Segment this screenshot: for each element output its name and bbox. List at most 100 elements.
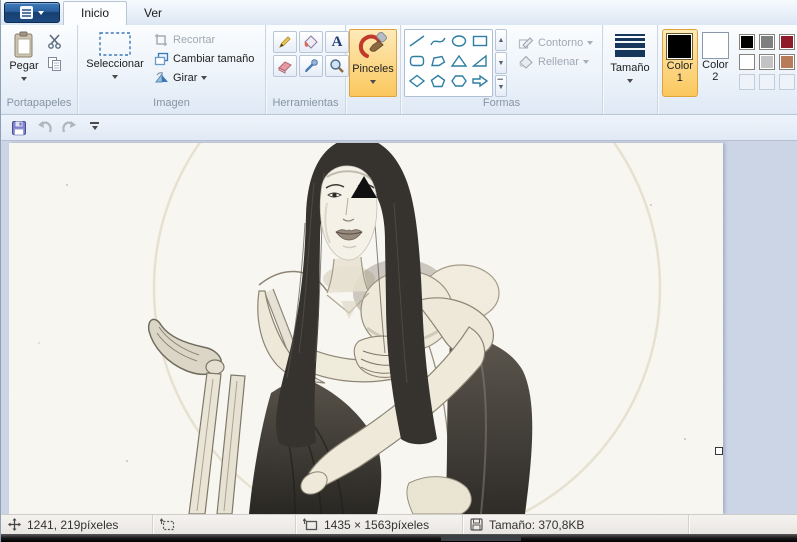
- shape-fill-button[interactable]: Rellenar: [515, 52, 596, 71]
- shape-right-triangle-icon[interactable]: [470, 52, 490, 70]
- redo-button[interactable]: [59, 118, 79, 138]
- color1-button[interactable]: Color 1: [662, 29, 698, 97]
- resize-button[interactable]: Cambiar tamaño: [151, 49, 257, 68]
- color2-button[interactable]: Color 2: [698, 29, 733, 97]
- status-bar: 1241, 219píxeles 1435 × 1563píxeles Tama…: [1, 514, 797, 534]
- chevron-down-icon: [627, 79, 633, 86]
- color1-number: 1: [676, 72, 683, 84]
- shape-rounded-rectangle-icon[interactable]: [407, 52, 427, 70]
- text-icon: A: [331, 33, 343, 50]
- palette-swatch[interactable]: [779, 54, 795, 70]
- line-size-icon: [615, 34, 645, 57]
- color1-swatch: [666, 33, 694, 60]
- fill-tool-button[interactable]: [299, 31, 323, 53]
- palette-swatch-empty[interactable]: [779, 74, 795, 90]
- pencil-icon: [279, 36, 291, 48]
- shape-polygon-icon[interactable]: [428, 52, 448, 70]
- paint-menu-icon: [20, 6, 33, 19]
- shape-rectangle-icon[interactable]: [470, 32, 490, 50]
- file-size-value: Tamaño: 370,8KB: [489, 517, 585, 532]
- work-area: [1, 141, 797, 514]
- crop-icon: [155, 33, 167, 46]
- chevron-down-icon: [112, 75, 118, 82]
- size-label: Tamaño: [610, 62, 650, 74]
- group-image: Seleccionar Recortar Cambiar tamaño Gira…: [78, 25, 266, 114]
- paste-label: Pegar: [9, 60, 39, 72]
- status-spacer: [689, 515, 797, 534]
- shape-outline-button[interactable]: Contorno: [515, 33, 596, 52]
- color-picker-tool-button[interactable]: [299, 55, 323, 77]
- copy-button[interactable]: [44, 54, 64, 74]
- palette-swatch-empty[interactable]: [759, 74, 775, 90]
- crop-label: Recortar: [173, 33, 216, 46]
- disk-icon: [470, 518, 483, 531]
- color1-label: Color: [666, 60, 693, 72]
- chevron-down-icon: [38, 11, 44, 18]
- group-size: Tamaño: [603, 25, 658, 114]
- shapes-scroll-up-button[interactable]: ▲: [495, 29, 507, 51]
- shape-hexagon-icon[interactable]: [449, 72, 469, 90]
- crop-button[interactable]: Recortar: [151, 30, 257, 49]
- chevron-down-icon: [587, 41, 594, 48]
- rotate-label: Girar: [173, 71, 198, 84]
- resize-label: Cambiar tamaño: [173, 52, 255, 65]
- pencil-tool-button[interactable]: [273, 31, 297, 53]
- palette-swatch[interactable]: [759, 34, 775, 50]
- fill-shape-icon: [519, 55, 533, 69]
- shape-ellipse-icon[interactable]: [449, 32, 469, 50]
- customize-toolbar-icon: [90, 122, 99, 124]
- cut-button[interactable]: [44, 31, 64, 51]
- group-label-image: Imagen: [153, 97, 190, 109]
- group-label-clipboard: Portapapeles: [6, 97, 72, 109]
- select-button[interactable]: Seleccionar: [81, 29, 149, 97]
- shape-diamond-icon[interactable]: [407, 72, 427, 90]
- paint-window: Inicio Ver Pegar Portapapeles Selecciona…: [0, 0, 797, 542]
- drawing-canvas[interactable]: [9, 143, 723, 514]
- resize-icon: [154, 52, 169, 65]
- color-palette: [739, 34, 795, 97]
- palette-swatch[interactable]: [779, 34, 795, 50]
- cursor-position-value: 1241, 219píxeles: [27, 517, 119, 532]
- group-label-shapes: Formas: [482, 97, 521, 109]
- chevron-down-icon: [21, 77, 27, 84]
- status-cursor-position: 1241, 219píxeles: [1, 515, 153, 534]
- window-frame-segment: [441, 535, 521, 541]
- paste-button[interactable]: Pegar: [4, 29, 44, 97]
- shape-arrow-right-icon[interactable]: [470, 72, 490, 90]
- customize-toolbar-button[interactable]: [90, 122, 99, 133]
- group-label-tools: Herramientas: [272, 97, 339, 109]
- shapes-more-button[interactable]: ▔ ▼: [495, 75, 507, 97]
- group-tools: A Herramientas: [266, 25, 349, 114]
- fill-label: Rellenar: [538, 55, 579, 68]
- palette-swatch[interactable]: [759, 54, 775, 70]
- shape-line-icon[interactable]: [407, 32, 427, 50]
- undo-icon: [37, 121, 52, 133]
- save-button[interactable]: [9, 118, 29, 138]
- palette-swatch-empty[interactable]: [739, 74, 755, 90]
- canvas-resize-handle[interactable]: [715, 447, 723, 455]
- canvas-image: [9, 143, 723, 514]
- brushes-label: Pinceles: [352, 63, 394, 75]
- quick-access-toolbar: [1, 115, 797, 141]
- group-clipboard: Pegar Portapapeles: [1, 25, 78, 114]
- rotate-button[interactable]: Girar: [151, 68, 257, 87]
- tab-inicio[interactable]: Inicio: [63, 1, 128, 25]
- cursor-position-icon: [8, 518, 21, 531]
- size-button[interactable]: Tamaño: [606, 29, 654, 97]
- outline-label: Contorno: [538, 36, 584, 49]
- brushes-button[interactable]: Pinceles: [349, 29, 397, 97]
- status-selection-size: [153, 515, 296, 534]
- palette-swatch[interactable]: [739, 54, 755, 70]
- shapes-scroll-down-button[interactable]: ▼: [495, 52, 507, 74]
- shape-pentagon-icon[interactable]: [428, 72, 448, 90]
- palette-swatch[interactable]: [739, 34, 755, 50]
- tab-ver[interactable]: Ver: [127, 2, 179, 25]
- application-menu-button[interactable]: [4, 2, 60, 23]
- magnifier-icon: [330, 59, 344, 73]
- undo-button[interactable]: [34, 118, 54, 138]
- chevron-down-icon: [582, 60, 589, 67]
- copy-icon: [47, 57, 61, 71]
- eraser-tool-button[interactable]: [273, 55, 297, 77]
- shape-curve-icon[interactable]: [428, 32, 448, 50]
- shape-triangle-icon[interactable]: [449, 52, 469, 70]
